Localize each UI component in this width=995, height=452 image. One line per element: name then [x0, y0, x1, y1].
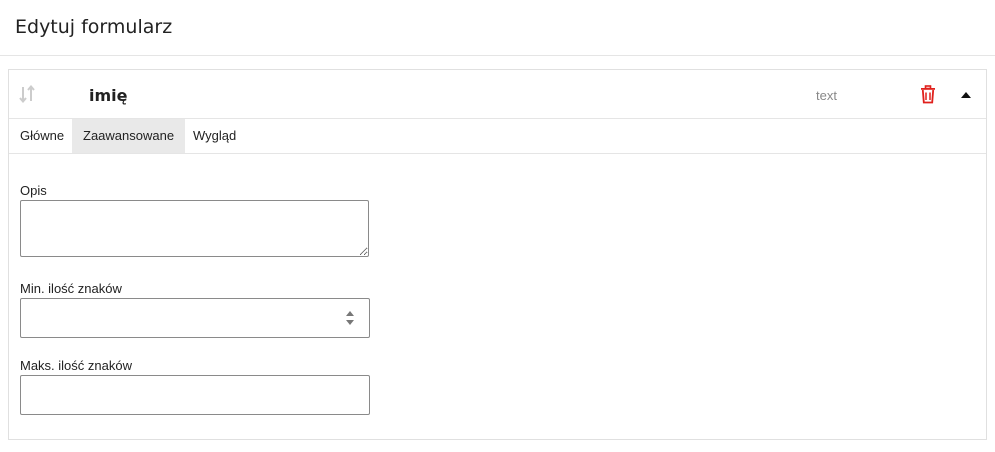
page-header: Edytuj formularz: [0, 0, 995, 56]
field-header[interactable]: imię text: [9, 70, 986, 119]
opis-textarea[interactable]: [20, 200, 369, 257]
page-title: Edytuj formularz: [15, 16, 173, 38]
tab-zaawansowane[interactable]: Zaawansowane: [72, 119, 186, 153]
opis-label: Opis: [20, 183, 47, 198]
min-chars-field: [20, 298, 370, 338]
field-card: imię text Główne Zaawansowane Wygląd Opi…: [8, 69, 987, 440]
caret-up-icon[interactable]: [960, 88, 972, 100]
trash-icon[interactable]: [920, 85, 936, 104]
field-name: imię: [89, 86, 128, 105]
sort-arrows-icon[interactable]: [18, 84, 38, 104]
field-type: text: [816, 88, 837, 103]
min-chars-input[interactable]: [20, 298, 370, 338]
tab-glowne[interactable]: Główne: [9, 119, 75, 153]
min-chars-label: Min. ilość znaków: [20, 281, 122, 296]
tab-bar: Główne Zaawansowane Wygląd: [9, 119, 986, 154]
max-chars-label: Maks. ilość znaków: [20, 358, 132, 373]
spinner-icon[interactable]: [345, 309, 355, 327]
max-chars-input[interactable]: [20, 375, 370, 415]
tab-wyglad[interactable]: Wygląd: [182, 119, 247, 153]
